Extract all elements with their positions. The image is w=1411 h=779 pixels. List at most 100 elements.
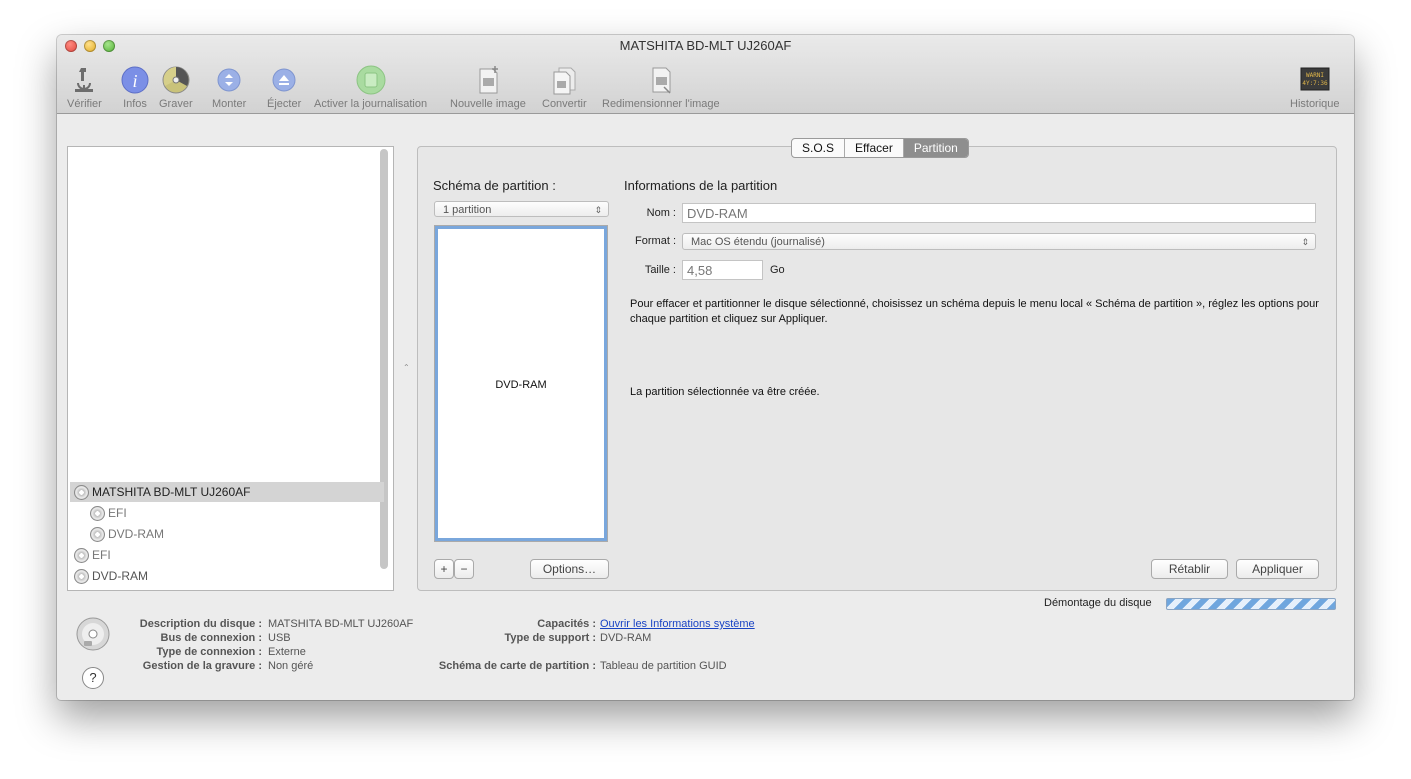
options-button[interactable]: Options… xyxy=(530,559,609,579)
format-select[interactable]: Mac OS étendu (journalisé) ⇕ xyxy=(682,233,1316,250)
log-console-icon: WARNI 4Y:7:36 xyxy=(1290,65,1340,95)
partition-map-label: Schéma de carte de partition : xyxy=(438,660,596,672)
verify-button[interactable]: Vérifier xyxy=(67,65,102,110)
enable-journaling-button[interactable]: Activer la journalisation xyxy=(314,65,427,110)
unmount-progress-bar xyxy=(1166,598,1336,610)
optical-disc-icon xyxy=(74,484,89,500)
disk-info-icon xyxy=(76,617,110,656)
mount-icon xyxy=(212,65,246,95)
name-field[interactable]: DVD-RAM xyxy=(682,203,1316,223)
info-button[interactable]: i Infos xyxy=(120,65,150,110)
disk-item-label: MATSHITA BD-MLT UJ260AF xyxy=(92,485,251,499)
new-image-label: Nouvelle image xyxy=(450,98,526,110)
convert-label: Convertir xyxy=(542,98,587,110)
microscope-icon xyxy=(67,65,102,95)
volume-item-dvd-ram-2[interactable]: DVD-RAM xyxy=(74,566,148,586)
burn-management-value: Non géré xyxy=(268,660,314,672)
partition-help-text: Pour effacer et partitionner le disque s… xyxy=(630,298,1319,325)
format-select-value: Mac OS étendu (journalisé) xyxy=(691,236,825,248)
connection-type-value: Externe xyxy=(268,646,306,658)
tab-bar: S.O.S Effacer Partition xyxy=(791,138,969,158)
volume-item-efi[interactable]: EFI xyxy=(90,503,127,523)
description-label: Description du disque : xyxy=(139,618,262,630)
optical-disc-icon xyxy=(74,568,89,584)
add-partition-button[interactable]: + xyxy=(434,559,454,579)
tab-sos[interactable]: S.O.S xyxy=(792,139,844,157)
connection-type-label: Type de connexion : xyxy=(156,646,262,658)
eject-label: Éjecter xyxy=(267,98,302,110)
size-unit: Go xyxy=(770,264,785,276)
optical-disc-icon xyxy=(90,526,105,542)
optical-disc-icon xyxy=(74,547,89,563)
svg-text:i: i xyxy=(132,71,137,91)
title-toolbar: MATSHITA BD-MLT UJ260AF Vérifier i Infos… xyxy=(57,35,1354,114)
name-label: Nom : xyxy=(646,207,676,219)
journal-icon xyxy=(314,65,427,95)
eject-button[interactable]: Éjecter xyxy=(267,65,301,110)
partition-map-value: Tableau de partition GUID xyxy=(600,660,727,672)
unmount-status-label: Démontage du disque xyxy=(1044,597,1152,609)
resize-image-icon xyxy=(602,65,720,95)
volume-item-label: EFI xyxy=(108,506,127,520)
media-type-value: DVD-RAM xyxy=(600,632,652,644)
new-image-button[interactable]: Nouvelle image xyxy=(450,65,526,110)
apply-button[interactable]: Appliquer xyxy=(1236,559,1319,579)
new-image-icon xyxy=(450,65,526,95)
volume-item-dvd-ram[interactable]: DVD-RAM xyxy=(90,524,164,544)
mount-button[interactable]: Monter xyxy=(212,65,246,110)
updown-arrows-icon: ⇕ xyxy=(1301,237,1309,247)
scheme-title: Schéma de partition : xyxy=(433,178,556,193)
split-view-handle[interactable]: ⌃ xyxy=(403,363,410,372)
partition-info-title: Informations de la partition xyxy=(624,178,778,193)
eject-icon xyxy=(267,65,301,95)
log-label: Historique xyxy=(1290,98,1340,110)
window-title: MATSHITA BD-MLT UJ260AF xyxy=(619,38,792,53)
convert-button[interactable]: Convertir xyxy=(542,65,587,110)
volume-item-efi-2[interactable]: EFI xyxy=(74,545,111,565)
optical-disc-icon xyxy=(90,505,105,521)
resize-image-label: Redimensionner l'image xyxy=(602,98,720,110)
burn-management-label: Gestion de la gravure : xyxy=(142,660,262,672)
volume-item-label: EFI xyxy=(92,548,111,562)
resize-image-button[interactable]: Redimensionner l'image xyxy=(602,65,720,110)
info-icon: i xyxy=(120,65,150,95)
mount-label: Monter xyxy=(212,98,247,110)
disk-utility-window: MATSHITA BD-MLT UJ260AF Vérifier i Infos… xyxy=(57,35,1354,700)
verify-label: Vérifier xyxy=(67,98,102,110)
enable-journaling-label: Activer la journalisation xyxy=(314,98,428,110)
svg-text:4Y:7:36: 4Y:7:36 xyxy=(1302,80,1328,87)
format-label: Format : xyxy=(635,235,676,247)
bus-value: USB xyxy=(268,632,291,644)
media-type-label: Type de support : xyxy=(504,632,596,644)
burn-button[interactable]: Graver xyxy=(159,65,193,110)
tab-erase[interactable]: Effacer xyxy=(844,139,903,157)
disk-item-matshita[interactable]: MATSHITA BD-MLT UJ260AF xyxy=(70,482,384,502)
scheme-select[interactable]: 1 partition ⇕ xyxy=(434,201,609,217)
capabilities-label: Capacités : xyxy=(537,618,596,630)
size-label: Taille : xyxy=(644,264,676,276)
description-value: MATSHITA BD-MLT UJ260AF xyxy=(268,618,414,630)
partition-layout-box[interactable]: DVD-RAM xyxy=(435,226,607,541)
tab-partition[interactable]: Partition xyxy=(902,139,968,157)
svg-text:WARNI: WARNI xyxy=(1306,72,1324,79)
partition-panel: S.O.S Effacer Partition Schéma de partit… xyxy=(417,138,1337,591)
updown-arrows-icon: ⇕ xyxy=(594,205,602,215)
volume-item-label: DVD-RAM xyxy=(108,527,164,541)
scheme-select-value: 1 partition xyxy=(443,204,492,216)
log-button[interactable]: WARNI 4Y:7:36 Historique xyxy=(1290,65,1340,110)
remove-partition-button[interactable]: − xyxy=(454,559,474,579)
revert-button[interactable]: Rétablir xyxy=(1151,559,1228,579)
volume-item-label: DVD-RAM xyxy=(92,569,148,583)
partition-box-name: DVD-RAM xyxy=(495,379,547,391)
help-button[interactable]: ? xyxy=(82,667,104,689)
info-label: Infos xyxy=(123,98,147,110)
convert-icon xyxy=(542,65,587,95)
disk-list[interactable]: MATSHITA BD-MLT UJ260AF EFI DVD-RAM EFI … xyxy=(67,146,394,591)
disk-list-scrollbar[interactable] xyxy=(380,149,388,569)
open-system-info-link[interactable]: Ouvrir les Informations système xyxy=(600,618,755,630)
burn-disc-icon xyxy=(159,65,193,95)
size-field[interactable]: 4,58 xyxy=(682,260,763,280)
burn-label: Graver xyxy=(159,98,193,110)
bus-label: Bus de connexion : xyxy=(160,632,262,644)
partition-status-text: La partition sélectionnée va être créée. xyxy=(630,386,820,398)
